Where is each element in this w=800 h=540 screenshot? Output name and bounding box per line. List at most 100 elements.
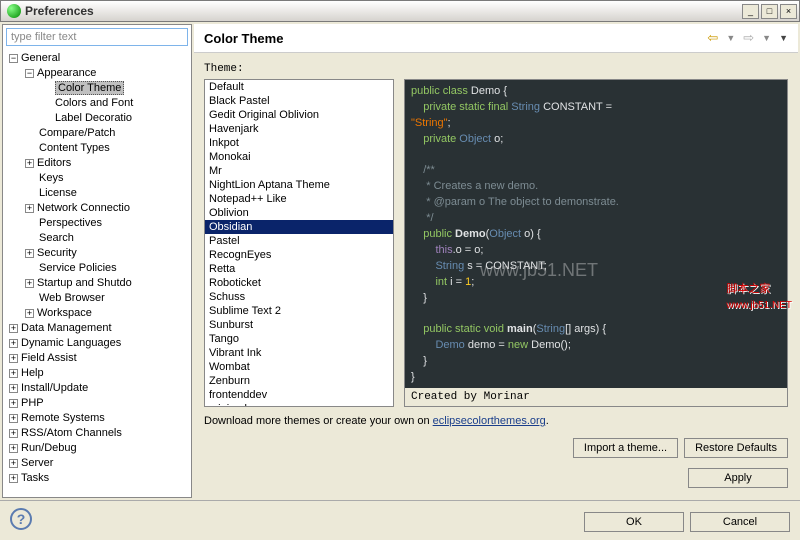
theme-list-item[interactable]: Roboticket: [205, 276, 393, 290]
tree-item[interactable]: +Run/Debug: [5, 441, 189, 456]
tree-toggle-icon[interactable]: +: [9, 444, 18, 453]
page-title: Color Theme: [204, 31, 283, 46]
theme-list-item[interactable]: Inkpot: [205, 136, 393, 150]
tree-item[interactable]: +Remote Systems: [5, 411, 189, 426]
theme-list-item[interactable]: NightLion Aptana Theme: [205, 178, 393, 192]
theme-list-item[interactable]: Schuss: [205, 290, 393, 304]
tree-item[interactable]: Label Decoratio: [5, 111, 189, 126]
theme-list-item[interactable]: frontenddev: [205, 388, 393, 402]
help-icon[interactable]: ?: [10, 508, 32, 530]
dropdown-icon[interactable]: ▼: [726, 33, 735, 43]
tree-item[interactable]: +Tasks: [5, 471, 189, 486]
tree-toggle-icon[interactable]: +: [9, 414, 18, 423]
page-header: Color Theme ⇦ ▼ ⇨ ▼ ▼: [194, 24, 798, 53]
cancel-button[interactable]: Cancel: [690, 512, 790, 532]
download-link-text: Download more themes or create your own …: [204, 415, 788, 428]
theme-list-item[interactable]: Wombat: [205, 360, 393, 374]
theme-list-item[interactable]: Retta: [205, 262, 393, 276]
tree-item[interactable]: License: [5, 186, 189, 201]
tree-toggle-icon[interactable]: +: [9, 324, 18, 333]
theme-label: Theme:: [204, 63, 788, 75]
tree-item[interactable]: Search: [5, 231, 189, 246]
dialog-footer: ? OK Cancel: [0, 500, 800, 536]
import-theme-button[interactable]: Import a theme...: [573, 438, 678, 458]
theme-list-item[interactable]: Sublime Text 2: [205, 304, 393, 318]
tree-item[interactable]: Color Theme: [5, 81, 189, 96]
nav-back-icon[interactable]: ⇦: [707, 30, 718, 46]
tree-toggle-icon[interactable]: +: [25, 204, 34, 213]
app-icon: [7, 4, 21, 18]
tree-toggle-icon[interactable]: +: [9, 399, 18, 408]
tree-item[interactable]: Keys: [5, 171, 189, 186]
theme-list-item[interactable]: minimal: [205, 402, 393, 407]
tree-item[interactable]: +Security: [5, 246, 189, 261]
tree-item[interactable]: +Startup and Shutdo: [5, 276, 189, 291]
themes-website-link[interactable]: eclipsecolorthemes.org: [433, 415, 546, 427]
theme-credit: Created by Morinar: [405, 388, 787, 406]
theme-list-item[interactable]: Monokai: [205, 150, 393, 164]
tree-toggle-icon[interactable]: +: [9, 474, 18, 483]
theme-list-item[interactable]: RecognEyes: [205, 248, 393, 262]
tree-toggle-icon[interactable]: +: [25, 309, 34, 318]
theme-list-item[interactable]: Pastel: [205, 234, 393, 248]
theme-list-item[interactable]: Mr: [205, 164, 393, 178]
theme-list-item[interactable]: Obsidian: [205, 220, 393, 234]
tree-item[interactable]: Compare/Patch: [5, 126, 189, 141]
tree-toggle-icon[interactable]: +: [25, 279, 34, 288]
theme-list-item[interactable]: Oblivion: [205, 206, 393, 220]
theme-list-item[interactable]: Vibrant Ink: [205, 346, 393, 360]
tree-toggle-icon[interactable]: −: [25, 69, 34, 78]
nav-forward-icon[interactable]: ⇨: [743, 30, 754, 46]
theme-list[interactable]: DefaultBlack PastelGedit Original Oblivi…: [204, 79, 394, 407]
tree-item[interactable]: +Data Management: [5, 321, 189, 336]
tree-toggle-icon[interactable]: +: [25, 249, 34, 258]
tree-item[interactable]: Colors and Font: [5, 96, 189, 111]
tree-item[interactable]: +PHP: [5, 396, 189, 411]
maximize-button[interactable]: □: [761, 4, 778, 19]
tree-toggle-icon[interactable]: +: [9, 429, 18, 438]
ok-button[interactable]: OK: [584, 512, 684, 532]
preferences-tree-panel: type filter text −General−AppearanceColo…: [2, 24, 192, 498]
theme-list-item[interactable]: Havenjark: [205, 122, 393, 136]
tree-item[interactable]: Perspectives: [5, 216, 189, 231]
preferences-tree[interactable]: −General−AppearanceColor ThemeColors and…: [3, 49, 191, 497]
tree-item[interactable]: Content Types: [5, 141, 189, 156]
theme-list-item[interactable]: Black Pastel: [205, 94, 393, 108]
apply-button[interactable]: Apply: [688, 468, 788, 488]
tree-toggle-icon[interactable]: +: [9, 354, 18, 363]
tree-item[interactable]: Web Browser: [5, 291, 189, 306]
tree-item[interactable]: −General: [5, 51, 189, 66]
tree-toggle-icon[interactable]: +: [9, 369, 18, 378]
theme-list-item[interactable]: Default: [205, 80, 393, 94]
window-titlebar: Preferences _ □ ×: [0, 0, 800, 22]
tree-toggle-icon[interactable]: +: [9, 384, 18, 393]
tree-item[interactable]: +Help: [5, 366, 189, 381]
tree-item[interactable]: Service Policies: [5, 261, 189, 276]
tree-toggle-icon[interactable]: +: [9, 459, 18, 468]
theme-list-item[interactable]: Gedit Original Oblivion: [205, 108, 393, 122]
theme-list-item[interactable]: Sunburst: [205, 318, 393, 332]
tree-toggle-icon[interactable]: +: [25, 159, 34, 168]
tree-item[interactable]: +Server: [5, 456, 189, 471]
tree-item[interactable]: +Editors: [5, 156, 189, 171]
tree-toggle-icon[interactable]: +: [9, 339, 18, 348]
tree-item[interactable]: +RSS/Atom Channels: [5, 426, 189, 441]
window-title: Preferences: [25, 4, 94, 18]
tree-item[interactable]: +Workspace: [5, 306, 189, 321]
dropdown-icon[interactable]: ▼: [762, 33, 771, 43]
code-preview: public class Demo { private static final…: [405, 80, 787, 388]
theme-list-item[interactable]: Zenburn: [205, 374, 393, 388]
tree-item[interactable]: −Appearance: [5, 66, 189, 81]
close-button[interactable]: ×: [780, 4, 797, 19]
minimize-button[interactable]: _: [742, 4, 759, 19]
menu-icon[interactable]: ▼: [779, 33, 788, 43]
tree-item[interactable]: +Install/Update: [5, 381, 189, 396]
theme-list-item[interactable]: Tango: [205, 332, 393, 346]
tree-toggle-icon[interactable]: −: [9, 54, 18, 63]
filter-input[interactable]: type filter text: [6, 28, 188, 46]
tree-item[interactable]: +Dynamic Languages: [5, 336, 189, 351]
tree-item[interactable]: +Network Connectio: [5, 201, 189, 216]
theme-list-item[interactable]: Notepad++ Like: [205, 192, 393, 206]
tree-item[interactable]: +Field Assist: [5, 351, 189, 366]
restore-defaults-button[interactable]: Restore Defaults: [684, 438, 788, 458]
